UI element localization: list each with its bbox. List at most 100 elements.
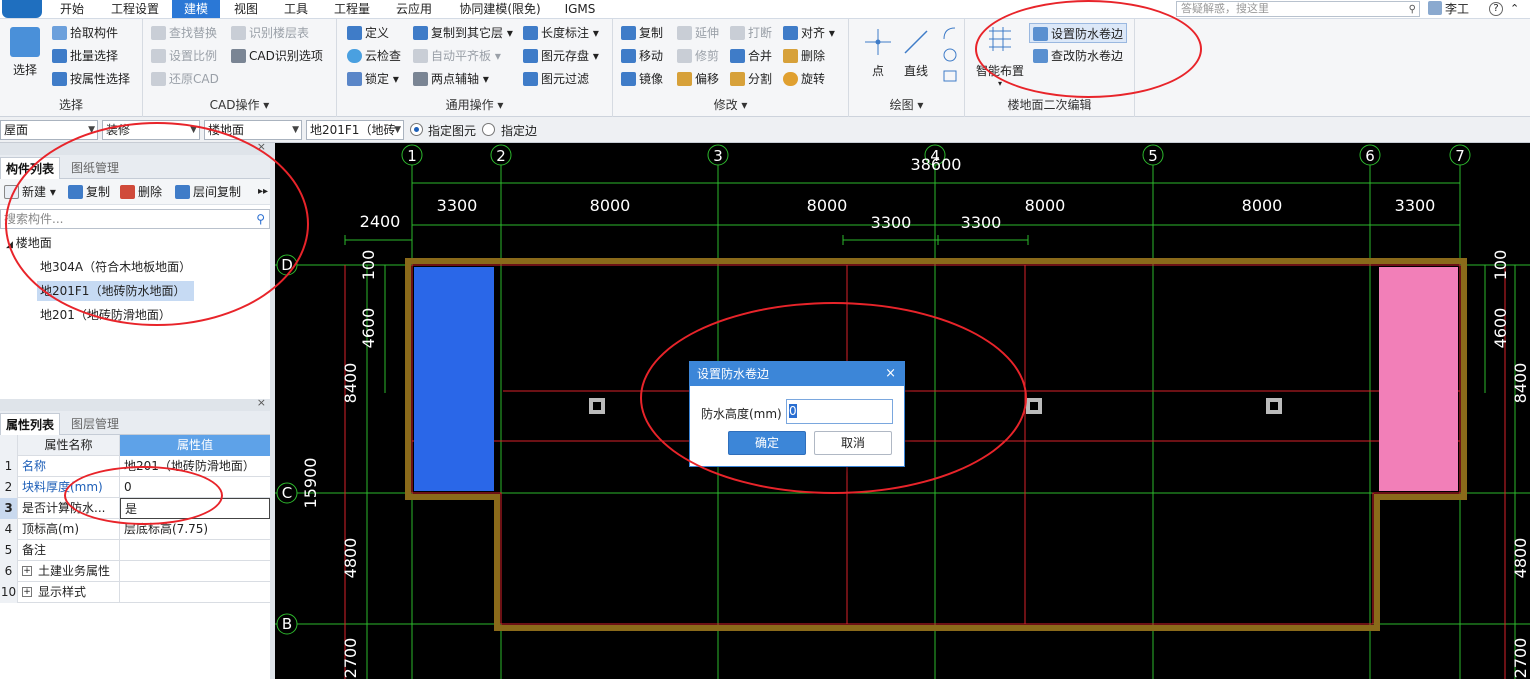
close-icon[interactable]: × [257, 396, 266, 409]
property-row[interactable]: 2 块料厚度(mm) 0 [0, 477, 270, 498]
cancel-button[interactable]: 取消 [814, 431, 892, 455]
rotate-button[interactable]: 旋转 [783, 69, 825, 89]
radio-specify-element[interactable] [410, 123, 423, 136]
restore-cad-button[interactable]: 还原CAD [151, 69, 219, 89]
help-icon[interactable]: ? [1489, 2, 1503, 16]
tab-modeling[interactable]: 建模 [172, 0, 220, 18]
tab-start[interactable]: 开始 [50, 0, 94, 18]
auto-flat-button[interactable]: 自动平齐板 ▾ [413, 46, 501, 66]
lock-button[interactable]: 锁定 ▾ [347, 69, 399, 89]
floor-region-blue[interactable] [414, 267, 494, 491]
app-logo[interactable] [2, 0, 42, 18]
tab-project-settings[interactable]: 工程设置 [104, 0, 166, 18]
arc-tools-icon[interactable] [941, 25, 959, 85]
new-component-button[interactable]: 新建 ▾ [4, 183, 56, 201]
smart-dropdown-icon[interactable]: ▾ [975, 79, 1025, 88]
expand-plus-icon[interactable]: + [22, 566, 32, 576]
property-row[interactable]: 1 名称 地201（地砖防滑地面） [0, 456, 270, 477]
smart-layout-button[interactable]: 智能布置 ▾ [975, 23, 1025, 88]
tab-igms[interactable]: IGMS [556, 0, 604, 18]
floor-select[interactable]: 屋面 ▼ [0, 120, 98, 140]
collapse-ribbon-icon[interactable]: ⌃ [1510, 2, 1519, 15]
help-search-input[interactable]: 答疑解惑，搜这里 ⚲ [1176, 1, 1420, 17]
row-value[interactable]: 0 [120, 477, 270, 498]
copy-to-floor-button[interactable]: 复制到其它层 ▾ [413, 23, 513, 43]
tab-collab[interactable]: 协同建模(限免) [452, 0, 548, 18]
pick-component-button[interactable]: 拾取构件 [52, 23, 118, 43]
row-value[interactable] [120, 540, 270, 561]
extend-button[interactable]: 延伸 [677, 23, 719, 43]
user-info[interactable]: 李工 [1428, 1, 1469, 18]
view-waterproof-edge-button[interactable]: 查改防水卷边 [1033, 46, 1123, 66]
split-button[interactable]: 分割 [730, 69, 772, 89]
tab-layer-mgmt[interactable]: 图层管理 [62, 413, 128, 435]
save-element-button[interactable]: 图元存盘 ▾ [523, 46, 599, 66]
break-button[interactable]: 打断 [730, 23, 772, 43]
property-row[interactable]: 5 备注 [0, 540, 270, 561]
move-button[interactable]: 移动 [621, 46, 663, 66]
define-button[interactable]: 定义 [347, 23, 389, 43]
row-value-editing[interactable]: 是 [120, 498, 270, 519]
floor-copy-button[interactable]: 层间复制 [175, 183, 241, 201]
tree-item-2[interactable]: 地201（地砖防滑地面） [40, 305, 171, 325]
tree-item-0[interactable]: 地304A（符合木地板地面） [40, 257, 191, 277]
property-row-group[interactable]: 10 + 显示样式 [0, 582, 270, 603]
trim-button[interactable]: 修剪 [677, 46, 719, 66]
tab-component-list[interactable]: 构件列表 [0, 157, 60, 179]
tab-cloud[interactable]: 云应用 [388, 0, 440, 18]
copy-component-button[interactable]: 复制 [68, 183, 110, 201]
delete-button[interactable]: 删除 [783, 46, 825, 66]
search-icon[interactable]: ⚲ [256, 210, 265, 228]
batch-select-button[interactable]: 批量选择 [52, 46, 118, 66]
mirror-button[interactable]: 镜像 [621, 69, 663, 89]
copy-button[interactable]: 复制 [621, 23, 663, 43]
ok-button[interactable]: 确定 [728, 431, 806, 455]
radio-specify-edge[interactable] [482, 123, 495, 136]
tab-tools[interactable]: 工具 [276, 0, 316, 18]
tab-quantity[interactable]: 工程量 [326, 0, 378, 18]
draw-point-button[interactable]: 点 [863, 27, 893, 79]
tree-item-1[interactable]: 地201F1（地砖防水地面） [37, 281, 194, 301]
row-value[interactable]: 层底标高(7.75) [120, 519, 270, 540]
identify-floor-button[interactable]: 识别楼层表 [231, 23, 309, 43]
property-row[interactable]: 3 是否计算防水... 是 [0, 498, 270, 519]
tab-drawing-mgmt[interactable]: 图纸管理 [62, 157, 128, 179]
type-select[interactable]: 楼地面 ▼ [204, 120, 302, 140]
trim-label: 修剪 [695, 49, 720, 63]
tab-view[interactable]: 视图 [226, 0, 266, 18]
close-icon[interactable]: × [257, 140, 266, 153]
filter-button[interactable]: 图元过滤 [523, 69, 589, 89]
dialog-titlebar[interactable]: 设置防水卷边 × [690, 362, 904, 386]
tab-property-list[interactable]: 属性列表 [0, 413, 60, 435]
two-point-axis-button[interactable]: 两点辅轴 ▾ [413, 69, 489, 89]
set-scale-button[interactable]: 设置比例 [151, 46, 217, 66]
category-select[interactable]: 装修 ▼ [102, 120, 200, 140]
set-waterproof-edge-button[interactable]: 设置防水卷边 [1029, 23, 1128, 43]
property-row[interactable]: 4 顶标高(m) 层底标高(7.75) [0, 519, 270, 540]
draw-line-button[interactable]: 直线 [901, 27, 931, 79]
property-row-group[interactable]: 6 + 土建业务属性 [0, 561, 270, 582]
find-replace-button[interactable]: 查找替换 [151, 23, 217, 43]
length-mark-button[interactable]: 长度标注 ▾ [523, 23, 599, 43]
component-search-input[interactable]: 搜索构件... ⚲ [0, 209, 270, 229]
element-select[interactable]: 地201F1（地砖 ▼ [306, 120, 404, 140]
tree-root-floor[interactable]: ◢ 楼地面 [6, 233, 52, 253]
extend-label: 延伸 [695, 26, 720, 40]
delete-component-button[interactable]: 删除 [120, 183, 162, 201]
select-button[interactable]: 选择 [6, 27, 44, 78]
offset-button[interactable]: 偏移 [677, 69, 719, 89]
collapse-triangle-icon[interactable]: ◢ [6, 240, 16, 250]
floor-region-pink[interactable] [1379, 267, 1458, 491]
waterproof-height-input[interactable]: 0 [786, 399, 893, 424]
search-icon[interactable]: ⚲ [1409, 3, 1416, 17]
align-button[interactable]: 对齐 ▾ [783, 23, 835, 43]
cad-options-button[interactable]: CAD识别选项 [231, 46, 323, 66]
cloud-check-button[interactable]: 云检查 [347, 46, 401, 66]
expand-plus-icon[interactable]: + [22, 587, 32, 597]
row-value[interactable]: 地201（地砖防滑地面） [120, 456, 270, 477]
offset-icon [677, 72, 692, 86]
select-by-attr-button[interactable]: 按属性选择 [52, 69, 130, 89]
more-icon[interactable]: ▸▸ [258, 183, 268, 201]
close-icon[interactable]: × [885, 362, 896, 386]
merge-button[interactable]: 合并 [730, 46, 772, 66]
